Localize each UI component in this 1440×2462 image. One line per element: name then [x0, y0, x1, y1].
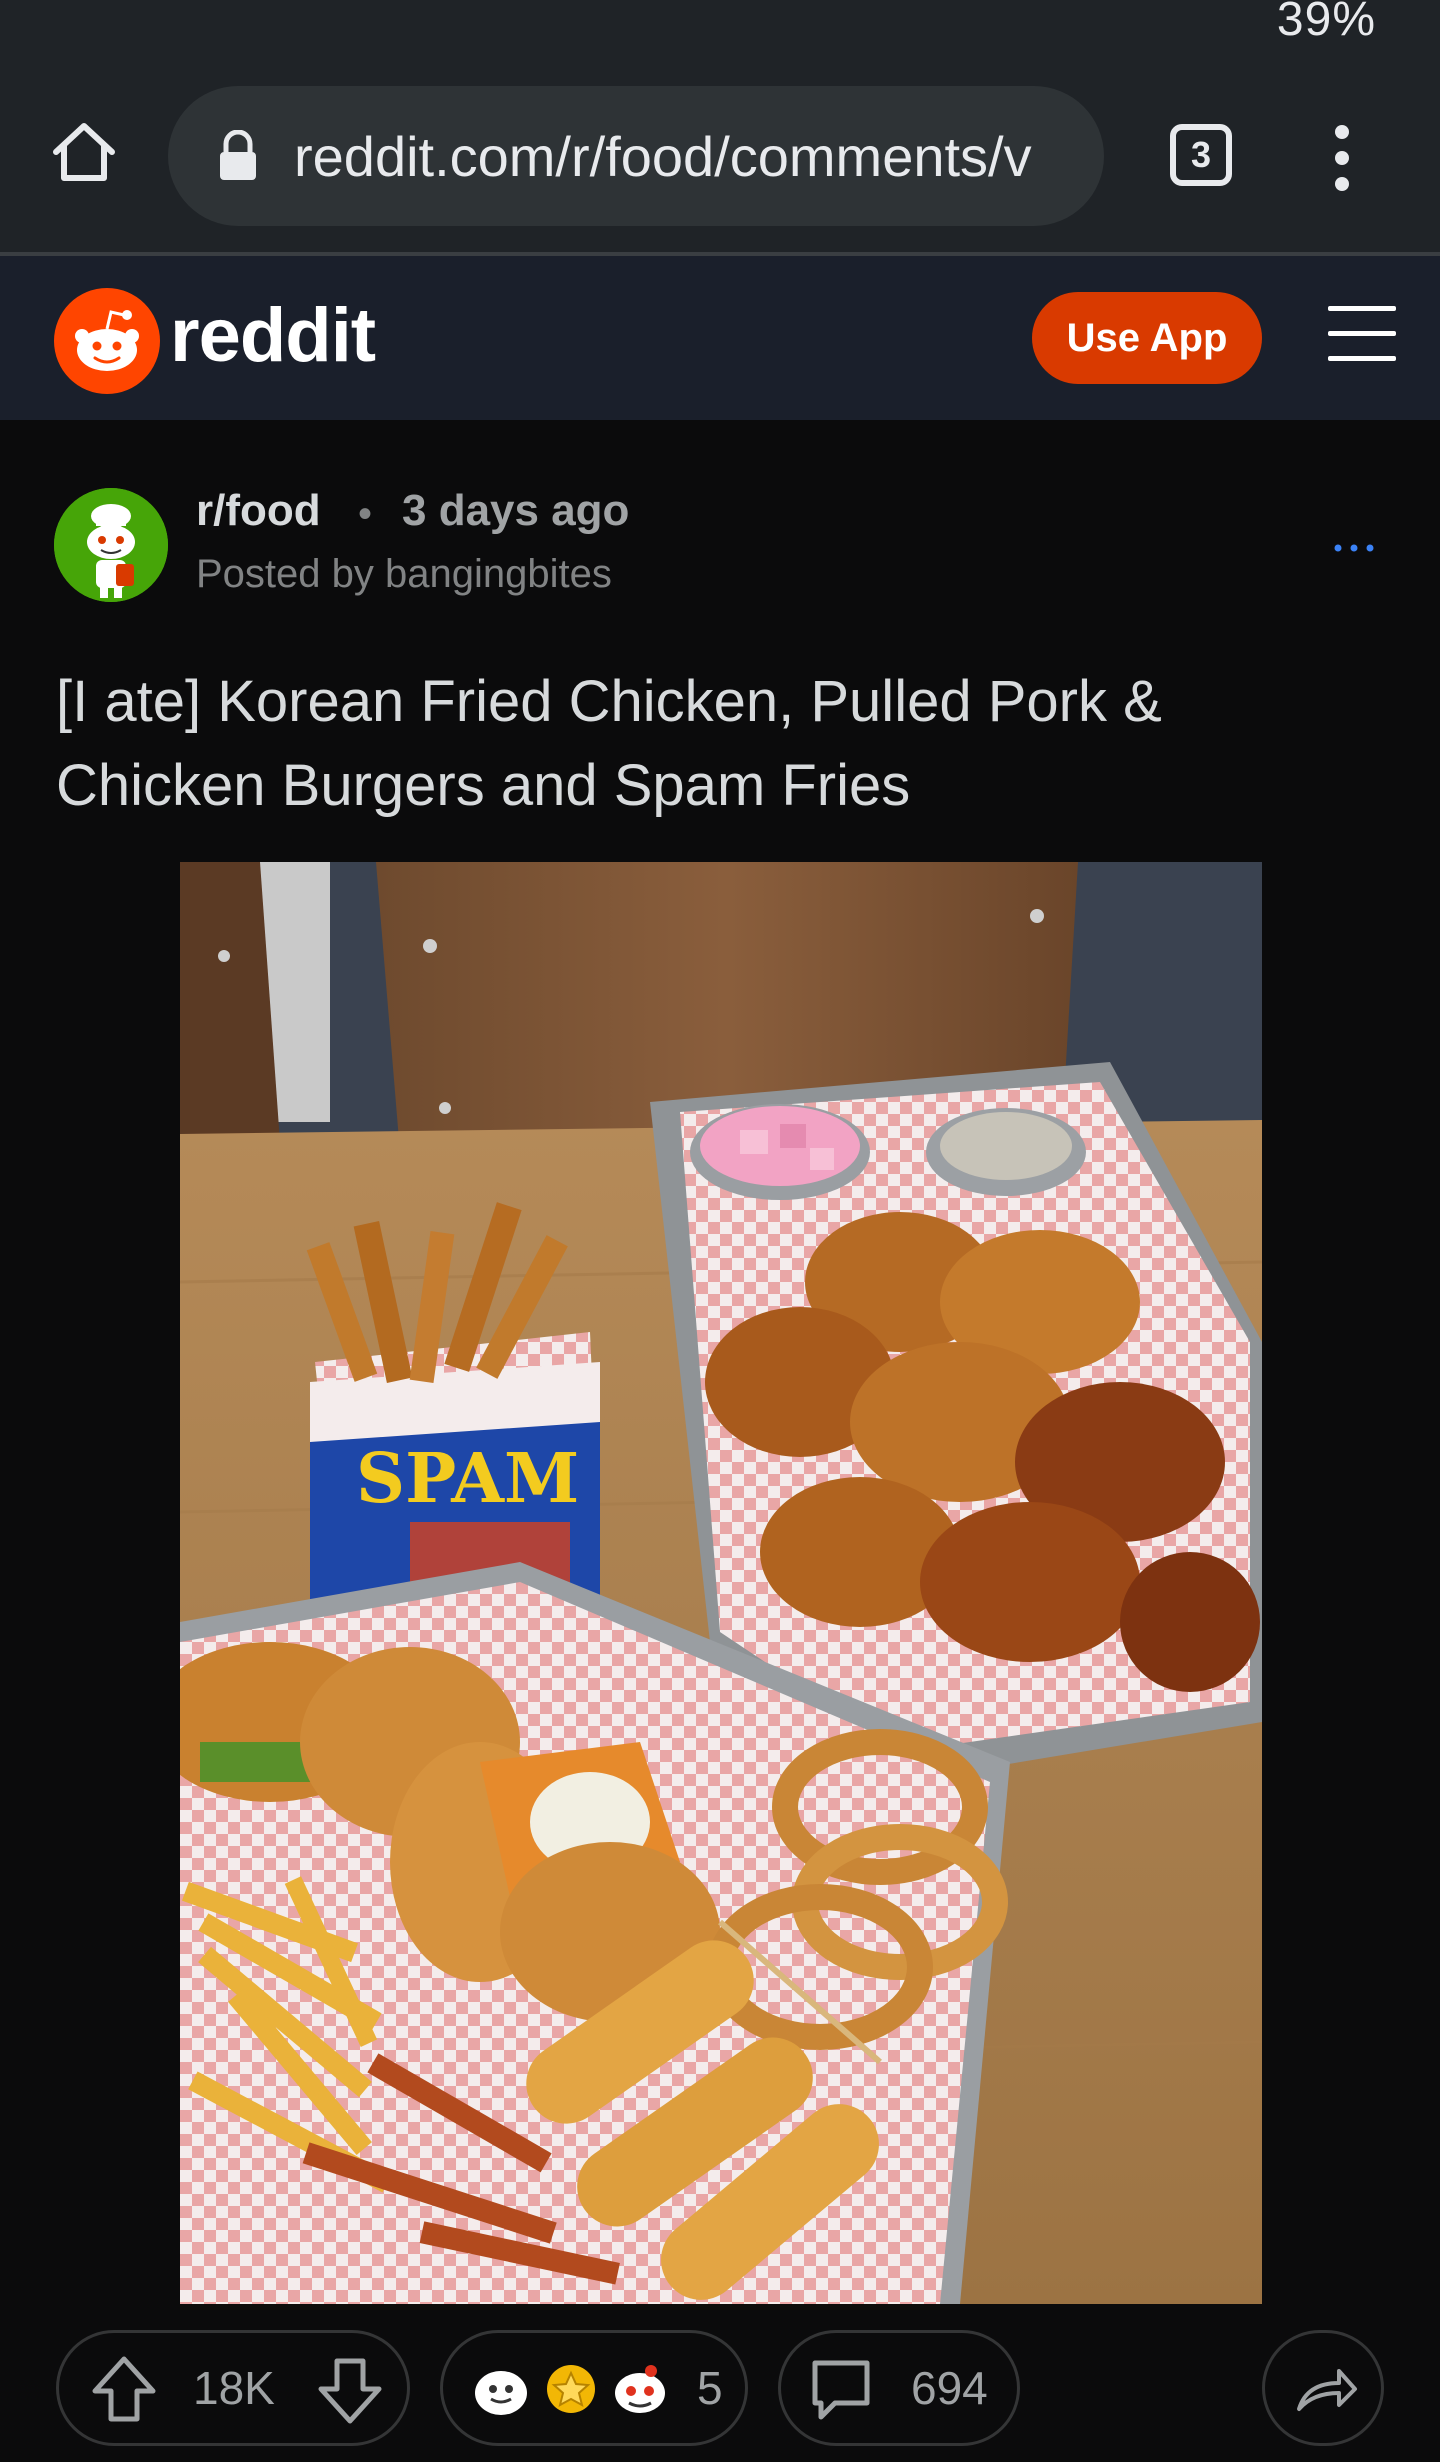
url-text: reddit.com/r/food/comments/v: [294, 125, 1032, 188]
post-action-bar: 18K 5 694: [0, 2330, 1440, 2462]
comments-button[interactable]: 694: [778, 2330, 1020, 2446]
post-header: r/food • 3 days ago Posted by bangingbit…: [0, 420, 1440, 640]
browser-menu-icon[interactable]: [1322, 122, 1362, 194]
battery-level: 39%: [1276, 0, 1376, 46]
reddit-wordmark[interactable]: reddit: [170, 292, 376, 379]
more-options-icon[interactable]: [1332, 540, 1376, 556]
comment-count: 694: [911, 2362, 988, 2414]
hamburger-menu-icon[interactable]: [1328, 306, 1396, 362]
post-author[interactable]: Posted by bangingbites: [196, 552, 612, 597]
share-icon: [1293, 2361, 1359, 2417]
award-gold-icon: [545, 2363, 597, 2415]
post-title[interactable]: [I ate] Korean Fried Chicken, Pulled Por…: [56, 660, 1386, 828]
subreddit-avatar[interactable]: [54, 488, 168, 602]
comment-icon: [809, 2357, 873, 2423]
award-count: 5: [697, 2362, 723, 2414]
upvote-icon[interactable]: [89, 2353, 159, 2425]
lock-icon: [216, 129, 260, 182]
awards-button[interactable]: 5: [440, 2330, 748, 2446]
vote-count: 18K: [193, 2362, 275, 2414]
reddit-logo-icon[interactable]: [54, 288, 160, 394]
spam-can-label: SPAM: [356, 1439, 579, 1519]
award-wholesome-icon: [611, 2361, 669, 2417]
address-bar[interactable]: reddit.com/r/food/comments/v: [168, 86, 1104, 226]
post-timestamp: 3 days ago: [402, 486, 630, 535]
post-image[interactable]: SPAM: [180, 862, 1262, 2304]
home-icon[interactable]: [48, 116, 120, 188]
subreddit-name[interactable]: r/food: [196, 486, 321, 536]
reddit-header: reddit Use App: [0, 256, 1440, 420]
browser-toolbar: reddit.com/r/food/comments/v 3: [0, 44, 1440, 252]
vote-control: 18K: [56, 2330, 410, 2446]
separator-dot: •: [358, 492, 373, 536]
use-app-button[interactable]: Use App: [1032, 292, 1262, 384]
share-button[interactable]: [1262, 2330, 1384, 2446]
award-helpful-icon: [473, 2365, 529, 2417]
status-bar: 39%: [0, 0, 1440, 46]
downvote-icon[interactable]: [315, 2355, 385, 2427]
tab-switcher-button[interactable]: 3: [1170, 124, 1232, 186]
